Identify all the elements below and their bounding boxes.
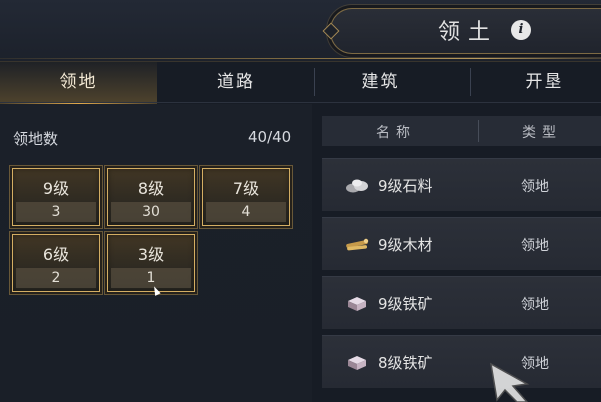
tab-territory[interactable]: 领地 [0, 62, 157, 104]
tab-divider [470, 68, 471, 96]
level-tile-label: 3级 [137, 245, 165, 264]
level-tile-count: 1 [146, 270, 156, 286]
hand-cursor-icon [490, 362, 530, 402]
level-tile-7[interactable]: 7级 4 [202, 168, 290, 226]
level-tile-count: 30 [142, 204, 160, 220]
resource-name: 9级铁矿 [378, 295, 433, 313]
column-divider [478, 120, 479, 142]
page-title: 领土 [438, 20, 499, 45]
resource-type: 领地 [521, 238, 549, 254]
tab-divider [314, 68, 315, 96]
wood-icon [346, 238, 369, 251]
tab-bar: 领地 道路 建筑 开垦 [0, 62, 601, 104]
column-header-type[interactable]: 类型 [522, 122, 562, 142]
resource-row[interactable]: 9级木材 领地 [322, 217, 601, 270]
level-tile-8[interactable]: 8级 30 [107, 168, 195, 226]
resource-row[interactable]: 9级铁矿 领地 [322, 276, 601, 329]
tab-roads[interactable]: 道路 [158, 62, 314, 102]
tab-underline [0, 102, 601, 103]
level-tile-3[interactable]: 3级 1 [107, 234, 195, 292]
resource-type: 领地 [521, 297, 549, 313]
territory-count-label: 领地数 [13, 130, 59, 148]
tab-buildings[interactable]: 建筑 [315, 62, 446, 102]
stone-icon [346, 179, 368, 193]
territory-count-value: 40/40 [248, 128, 292, 146]
level-tile-count: 4 [241, 204, 251, 220]
header-divider [0, 58, 601, 59]
level-tile-count: 3 [51, 204, 61, 220]
column-header-name[interactable]: 名称 [376, 122, 416, 142]
level-tile-6[interactable]: 6级 2 [12, 234, 100, 292]
level-tile-count: 2 [51, 270, 61, 286]
resource-name: 8级铁矿 [378, 354, 433, 372]
resource-name: 9级石料 [378, 177, 433, 195]
info-icon[interactable]: i [511, 20, 531, 40]
tab-reclaim[interactable]: 开垦 [488, 62, 601, 102]
level-tile-label: 7级 [232, 179, 260, 198]
iron-ore-icon [348, 356, 366, 370]
resource-row[interactable]: 9级石料 领地 [322, 158, 601, 211]
iron-ore-icon [348, 297, 366, 311]
level-tile-label: 9级 [42, 179, 70, 198]
resource-type: 领地 [521, 179, 549, 195]
resource-name: 9级木材 [378, 236, 433, 254]
level-tile-9[interactable]: 9级 3 [12, 168, 100, 226]
level-tile-label: 6级 [42, 245, 70, 264]
level-tile-label: 8级 [137, 179, 165, 198]
resource-row[interactable]: 8级铁矿 领地 [322, 335, 601, 388]
